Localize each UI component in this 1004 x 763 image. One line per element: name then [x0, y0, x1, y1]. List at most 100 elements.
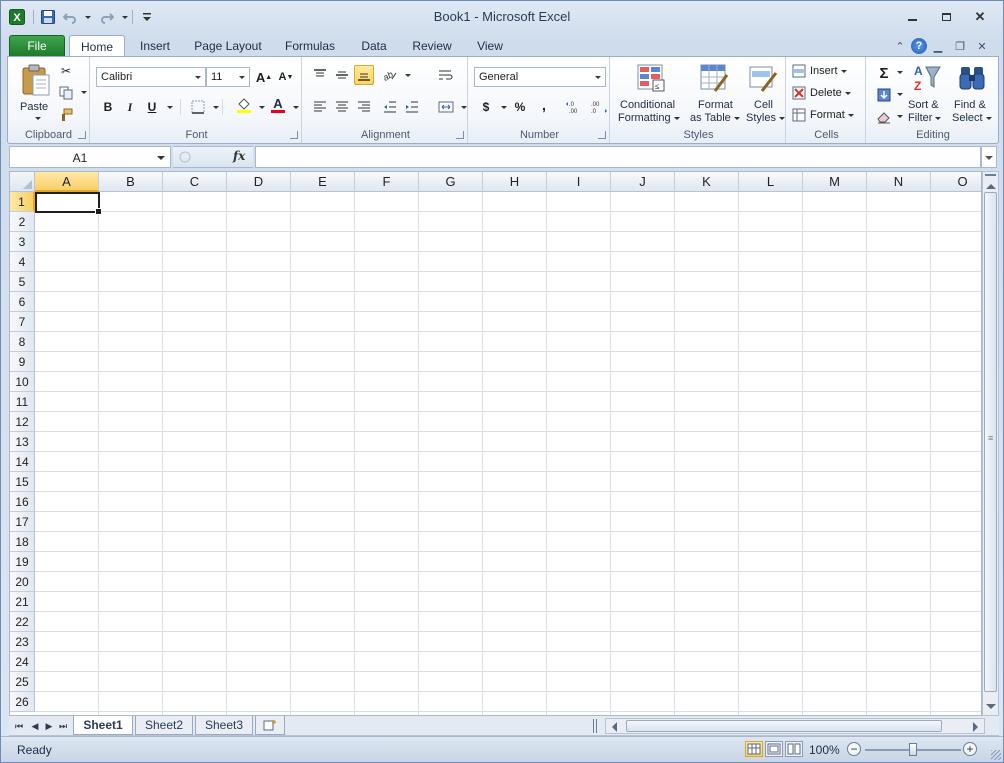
wrap-text-icon[interactable] — [436, 65, 456, 85]
align-left-icon[interactable] — [310, 97, 330, 117]
doc-restore-icon[interactable]: ❐ — [949, 37, 971, 55]
font-launcher-icon[interactable] — [290, 131, 298, 139]
copy-icon[interactable] — [56, 83, 76, 103]
clear-dropdown-icon[interactable] — [897, 115, 903, 118]
delete-cells-button[interactable]: Delete — [792, 85, 851, 101]
row-header-8[interactable]: 8 — [10, 332, 35, 352]
tab-home[interactable]: Home — [69, 35, 125, 58]
font-color-icon[interactable]: A — [268, 95, 288, 115]
cut-icon[interactable]: ✂ — [56, 61, 76, 81]
grow-font-button[interactable]: A ▲ — [254, 67, 274, 87]
name-box[interactable]: A1 — [9, 146, 171, 168]
decrease-decimal-icon[interactable]: .00.0 — [588, 97, 610, 117]
bold-button[interactable]: B — [98, 97, 118, 117]
horizontal-scroll-thumb[interactable] — [626, 720, 942, 732]
sort-filter-button[interactable]: A Z Sort & Filter — [906, 61, 950, 125]
font-color-dropdown-icon[interactable] — [293, 106, 299, 109]
fill-icon[interactable] — [874, 85, 894, 105]
font-name-combo[interactable]: Calibri — [96, 67, 206, 87]
autosum-button[interactable]: Σ — [874, 63, 894, 83]
column-header-a[interactable]: A — [35, 172, 99, 192]
merge-center-icon[interactable] — [436, 97, 456, 117]
format-as-table-button[interactable]: Format as Table — [688, 61, 740, 125]
formula-input[interactable] — [255, 146, 981, 168]
normal-view-button[interactable] — [745, 741, 763, 757]
column-header-l[interactable]: L — [739, 172, 803, 192]
align-right-icon[interactable] — [354, 97, 374, 117]
row-header-4[interactable]: 4 — [10, 252, 35, 272]
row-header-11[interactable]: 11 — [10, 392, 35, 412]
column-header-e[interactable]: E — [291, 172, 355, 192]
row-header-5[interactable]: 5 — [10, 272, 35, 292]
tab-page-layout[interactable]: Page Layout — [187, 35, 269, 57]
fill-color-icon[interactable] — [234, 95, 254, 115]
doc-minimize-icon[interactable]: ▁ — [927, 37, 949, 55]
column-header-m[interactable]: M — [803, 172, 867, 192]
zoom-in-icon[interactable]: + — [963, 742, 977, 756]
column-header-b[interactable]: B — [99, 172, 163, 192]
alignment-launcher-icon[interactable] — [456, 131, 464, 139]
row-header-9[interactable]: 9 — [10, 352, 35, 372]
underline-dropdown-icon[interactable] — [167, 106, 173, 109]
merge-dropdown-icon[interactable] — [461, 106, 467, 109]
column-header-f[interactable]: F — [355, 172, 419, 192]
row-header-13[interactable]: 13 — [10, 432, 35, 452]
row-header-21[interactable]: 21 — [10, 592, 35, 612]
horizontal-scrollbar[interactable] — [605, 718, 985, 734]
row-header-22[interactable]: 22 — [10, 612, 35, 632]
scroll-right-icon[interactable] — [973, 722, 978, 732]
row-header-14[interactable]: 14 — [10, 452, 35, 472]
column-header-c[interactable]: C — [163, 172, 227, 192]
bottom-align-icon[interactable] — [354, 65, 374, 85]
vertical-scroll-thumb[interactable] — [984, 192, 997, 692]
vertical-scrollbar[interactable] — [982, 171, 999, 716]
sheet-tab-1[interactable]: Sheet1 — [73, 716, 133, 735]
copy-dropdown-icon[interactable] — [81, 91, 87, 94]
tab-review[interactable]: Review — [405, 35, 459, 57]
last-sheet-icon[interactable]: ⏭ — [57, 719, 69, 733]
row-header-25[interactable]: 25 — [10, 672, 35, 692]
row-header-1[interactable]: 1 — [10, 192, 35, 212]
row-header-17[interactable]: 17 — [10, 512, 35, 532]
row-header-26[interactable]: 26 — [10, 692, 35, 712]
currency-button[interactable]: $ — [476, 97, 496, 117]
column-header-j[interactable]: J — [611, 172, 675, 192]
paste-dropdown-icon[interactable] — [35, 117, 41, 120]
currency-dropdown-icon[interactable] — [501, 106, 507, 109]
row-header-6[interactable]: 6 — [10, 292, 35, 312]
clear-icon[interactable] — [874, 107, 894, 127]
italic-button[interactable]: I — [120, 97, 140, 117]
paste-button[interactable]: Paste — [16, 61, 56, 120]
row-header-12[interactable]: 12 — [10, 412, 35, 432]
column-header-i[interactable]: I — [547, 172, 611, 192]
shrink-font-button[interactable]: A ▼ — [276, 67, 296, 87]
row-header-16[interactable]: 16 — [10, 492, 35, 512]
row-header-2[interactable]: 2 — [10, 212, 35, 232]
format-cells-button[interactable]: Format — [792, 107, 854, 123]
font-size-combo[interactable]: 11 — [206, 67, 250, 87]
fill-color-dropdown-icon[interactable] — [259, 106, 265, 109]
close-button[interactable]: ✕ — [963, 7, 997, 27]
help-icon[interactable]: ? — [911, 38, 927, 54]
borders-icon[interactable] — [188, 97, 208, 117]
find-select-button[interactable]: Find & Select — [952, 61, 996, 125]
active-cell[interactable] — [35, 192, 102, 215]
row-header-19[interactable]: 19 — [10, 552, 35, 572]
percent-button[interactable]: % — [510, 97, 530, 117]
zoom-level[interactable]: 100% — [809, 743, 840, 757]
row-header-23[interactable]: 23 — [10, 632, 35, 652]
clipboard-launcher-icon[interactable] — [78, 131, 86, 139]
vertical-split-handle[interactable] — [985, 174, 996, 178]
expand-formula-bar-button[interactable] — [981, 146, 997, 168]
column-header-n[interactable]: N — [867, 172, 931, 192]
decrease-indent-icon[interactable] — [380, 97, 400, 117]
middle-align-icon[interactable] — [332, 65, 352, 85]
scroll-up-icon[interactable] — [986, 184, 996, 189]
column-header-h[interactable]: H — [483, 172, 547, 192]
underline-button[interactable]: U — [142, 97, 162, 117]
tab-data[interactable]: Data — [351, 35, 397, 57]
tab-insert[interactable]: Insert — [129, 35, 181, 57]
prev-sheet-icon[interactable]: ◀ — [29, 719, 41, 733]
insert-sheet-button[interactable] — [255, 716, 285, 735]
number-format-combo[interactable]: General — [474, 67, 606, 87]
